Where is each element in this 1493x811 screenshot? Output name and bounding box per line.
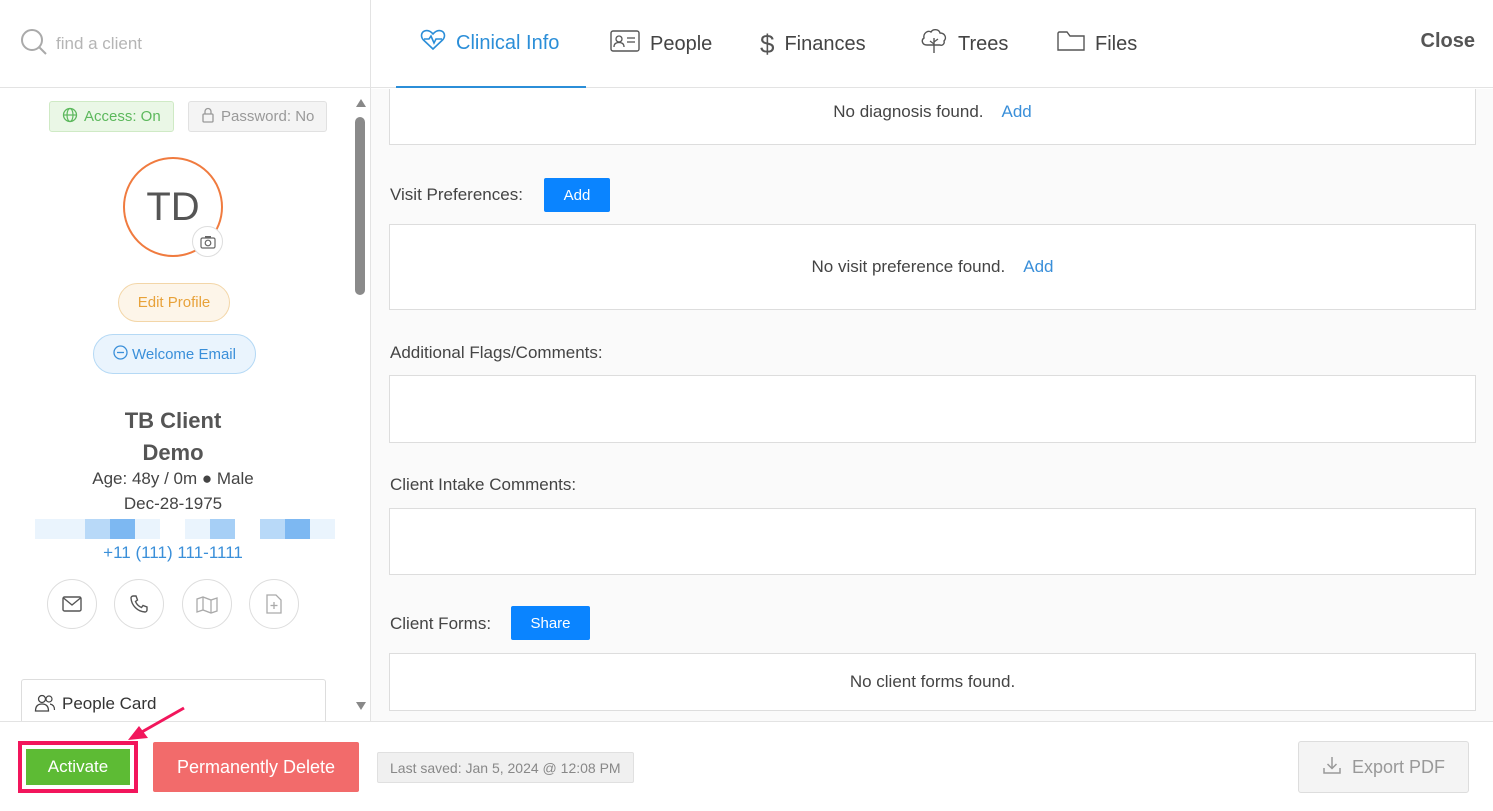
client-sidebar: Access: On Password: No TD Edit Profile … bbox=[0, 0, 371, 721]
email-icon[interactable] bbox=[47, 579, 97, 629]
search-icon bbox=[20, 28, 48, 61]
redacted-info bbox=[35, 519, 335, 539]
additional-flags-textarea[interactable] bbox=[389, 375, 1476, 443]
client-forms-empty-text: No client forms found. bbox=[849, 672, 1016, 691]
visit-preferences-add-link[interactable]: Add bbox=[1023, 257, 1053, 277]
tab-label: Trees bbox=[958, 32, 1009, 55]
client-dob: Dec-28-1975 bbox=[123, 494, 223, 513]
dollar-icon: $ bbox=[760, 28, 775, 59]
scroll-up-arrow[interactable] bbox=[356, 99, 366, 107]
heartbeat-icon bbox=[420, 29, 446, 57]
close-button[interactable]: Close bbox=[1421, 30, 1475, 53]
tab-label: People bbox=[650, 32, 713, 55]
tab-trees[interactable]: Trees bbox=[920, 0, 1008, 88]
client-name: TB Client Demo bbox=[0, 405, 346, 469]
tab-finances[interactable]: $ Finances bbox=[760, 0, 866, 88]
last-saved-status: Last saved: Jan 5, 2024 @ 12:08 PM bbox=[377, 752, 634, 783]
diagnosis-box: No diagnosis found. Add bbox=[389, 89, 1476, 145]
client-profile-panel: Access: On Password: No TD Edit Profile … bbox=[0, 89, 350, 721]
client-phone-link[interactable]: +11 (111) 111-1111 bbox=[0, 543, 346, 563]
tab-label: Files bbox=[1095, 32, 1138, 55]
visit-preferences-empty-text: No visit preference found. bbox=[811, 257, 1006, 276]
add-document-icon[interactable] bbox=[249, 579, 299, 629]
scroll-thumb[interactable] bbox=[355, 117, 365, 295]
access-label: Access: On bbox=[84, 108, 161, 125]
avatar-initials: TD bbox=[146, 184, 200, 229]
client-name-line2: Demo bbox=[142, 440, 204, 465]
visit-preferences-box: No visit preference found. Add bbox=[389, 224, 1476, 310]
tab-bar: Clinical Info People $ Finances Trees Fi… bbox=[371, 0, 1493, 88]
client-forms-label: Client Forms: bbox=[390, 614, 492, 633]
download-icon bbox=[1322, 755, 1342, 780]
id-card-icon bbox=[610, 30, 640, 58]
activate-button[interactable]: Activate bbox=[26, 749, 130, 785]
tab-clinical-info[interactable]: Clinical Info bbox=[396, 0, 586, 88]
tab-files[interactable]: Files bbox=[1057, 0, 1137, 88]
password-badge[interactable]: Password: No bbox=[188, 101, 328, 132]
clinical-info-content: No diagnosis found. Add Visit Preference… bbox=[371, 89, 1493, 721]
search-input[interactable] bbox=[56, 30, 346, 58]
diagnosis-add-link[interactable]: Add bbox=[1002, 102, 1032, 122]
welcome-email-label: Welcome Email bbox=[132, 345, 236, 363]
client-age-gender: Age: 48y / 0m ● Male bbox=[92, 469, 254, 488]
welcome-email-button[interactable]: Welcome Email bbox=[93, 334, 256, 374]
tab-people[interactable]: People bbox=[610, 0, 712, 88]
scroll-down-arrow[interactable] bbox=[356, 702, 366, 710]
sidebar-scrollbar[interactable] bbox=[351, 89, 370, 721]
globe-icon bbox=[62, 107, 78, 127]
diagnosis-empty-text: No diagnosis found. bbox=[833, 102, 984, 121]
camera-icon[interactable] bbox=[192, 226, 223, 257]
client-search bbox=[0, 0, 370, 88]
lock-icon bbox=[201, 107, 215, 127]
client-name-line1: TB Client bbox=[124, 408, 222, 433]
export-pdf-label: Export PDF bbox=[1351, 756, 1446, 777]
client-forms-box: No client forms found. bbox=[389, 653, 1476, 711]
visit-preferences-label: Visit Preferences: bbox=[390, 185, 523, 204]
people-icon bbox=[34, 694, 56, 717]
pointer-arrow-icon bbox=[126, 703, 188, 748]
tree-icon bbox=[920, 28, 948, 60]
access-badge[interactable]: Access: On bbox=[49, 101, 174, 132]
tab-label: Finances bbox=[784, 32, 866, 55]
map-icon[interactable] bbox=[182, 579, 232, 629]
additional-flags-label: Additional Flags/Comments: bbox=[390, 343, 603, 362]
phone-icon[interactable] bbox=[114, 579, 164, 629]
bottom-action-bar: Activate Permanently Delete Last saved: … bbox=[0, 721, 1493, 811]
client-forms-share-button[interactable]: Share bbox=[511, 606, 590, 640]
permanently-delete-button[interactable]: Permanently Delete bbox=[153, 742, 359, 792]
tab-label: Clinical Info bbox=[456, 31, 560, 54]
visit-preferences-add-button[interactable]: Add bbox=[544, 178, 610, 212]
client-intake-label: Client Intake Comments: bbox=[390, 475, 577, 494]
password-label: Password: No bbox=[221, 108, 315, 125]
export-pdf-button[interactable]: Export PDF bbox=[1298, 741, 1469, 793]
folder-icon bbox=[1057, 30, 1085, 58]
client-intake-textarea[interactable] bbox=[389, 508, 1476, 575]
edit-profile-button[interactable]: Edit Profile bbox=[118, 283, 230, 322]
activate-highlight: Activate bbox=[18, 741, 138, 793]
minus-circle-icon bbox=[113, 344, 128, 364]
